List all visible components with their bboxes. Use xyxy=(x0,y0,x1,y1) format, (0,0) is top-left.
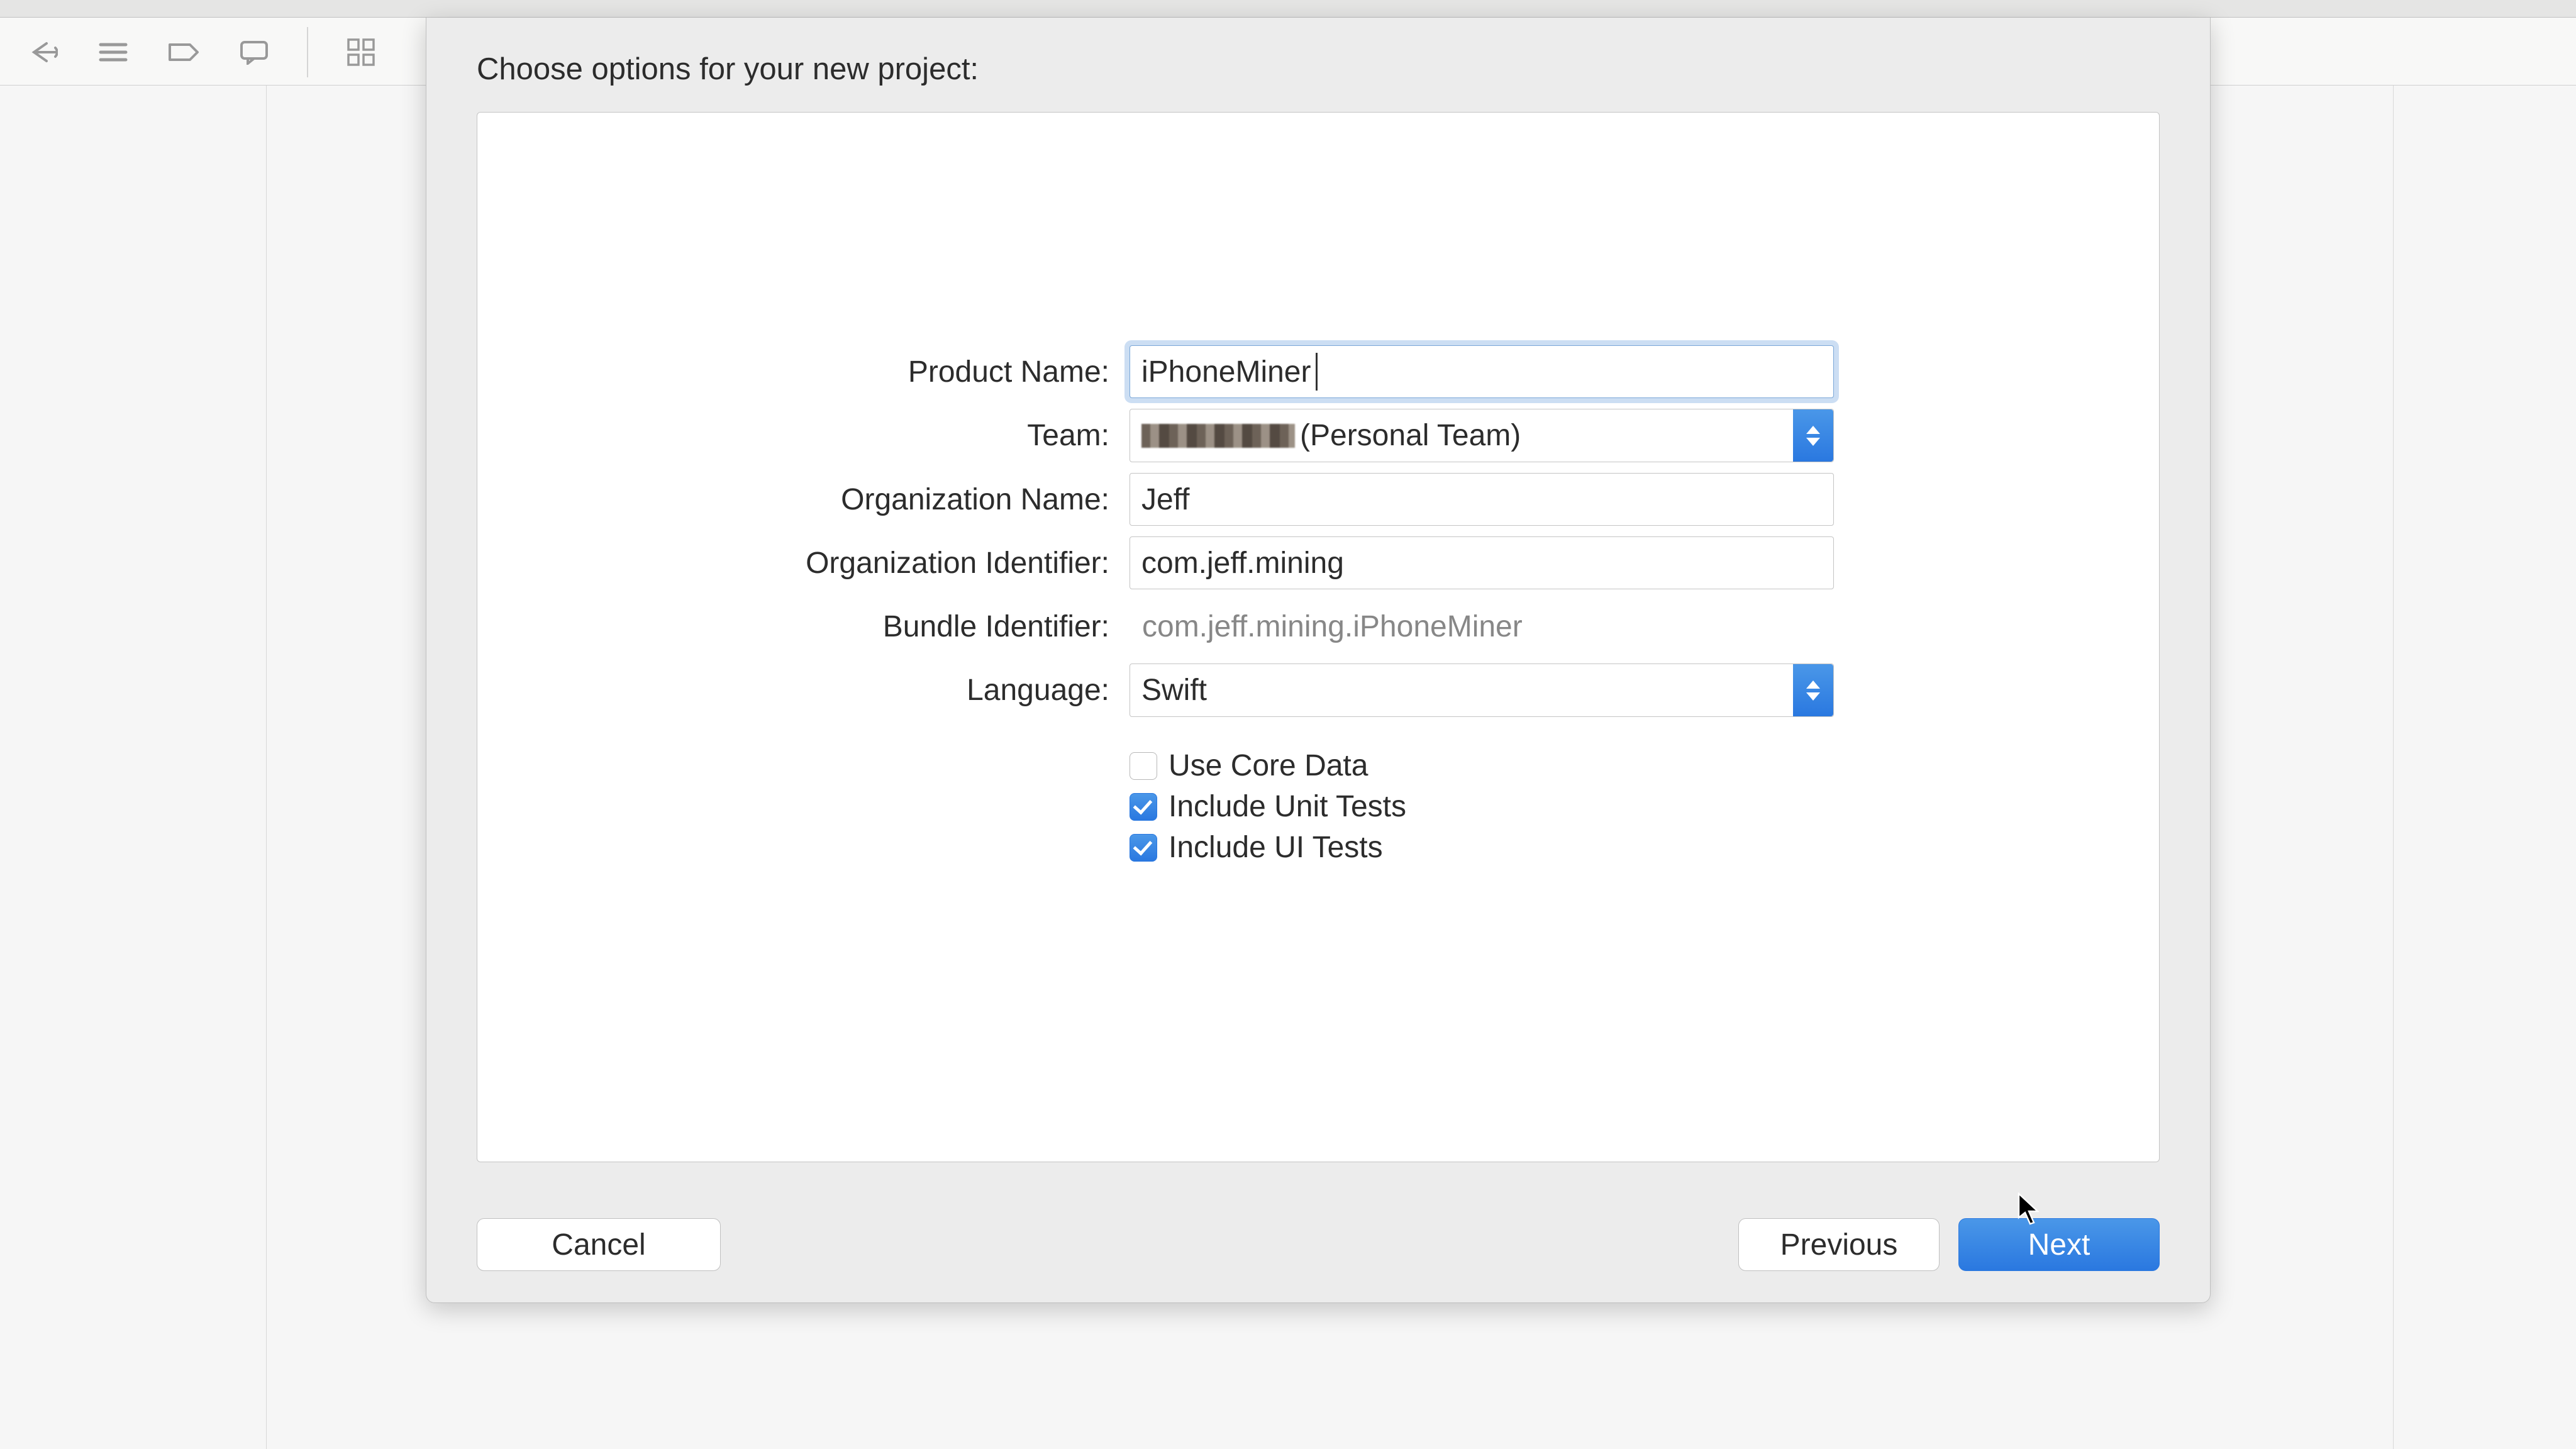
core-data-checkbox-row: Use Core Data xyxy=(1130,748,1834,783)
updown-arrows-icon xyxy=(1793,409,1833,462)
team-select[interactable]: (Personal Team) xyxy=(1130,409,1834,462)
window-titlebar xyxy=(0,0,2576,18)
next-button[interactable]: Next xyxy=(1958,1218,2160,1271)
use-core-data-checkbox[interactable] xyxy=(1130,752,1157,780)
organization-name-label: Organization Name: xyxy=(802,482,1130,517)
grid-icon[interactable] xyxy=(343,38,379,66)
language-label: Language: xyxy=(802,673,1130,708)
include-unit-tests-checkbox[interactable] xyxy=(1130,793,1157,821)
include-unit-tests-label: Include Unit Tests xyxy=(1169,789,1406,824)
back-arrow-icon[interactable] xyxy=(25,38,60,66)
team-value-suffix: (Personal Team) xyxy=(1300,418,1521,453)
tag-icon[interactable] xyxy=(166,38,201,66)
product-name-input[interactable] xyxy=(1130,345,1834,398)
bundle-identifier-label: Bundle Identifier: xyxy=(802,609,1130,644)
toolbar-divider xyxy=(307,27,308,77)
ui-tests-checkbox-row: Include UI Tests xyxy=(1130,830,1834,865)
language-select[interactable]: Swift xyxy=(1130,663,1834,717)
previous-button[interactable]: Previous xyxy=(1738,1218,1940,1271)
language-value: Swift xyxy=(1141,673,1207,708)
navigator-divider[interactable] xyxy=(266,86,267,1449)
include-ui-tests-checkbox[interactable] xyxy=(1130,834,1157,862)
updown-arrows-icon xyxy=(1793,664,1833,716)
text-caret xyxy=(1316,353,1318,391)
comment-icon[interactable] xyxy=(236,38,272,66)
organization-identifier-input[interactable] xyxy=(1130,536,1834,589)
sheet-title: Choose options for your new project: xyxy=(426,18,2210,112)
list-icon[interactable] xyxy=(96,38,131,66)
sheet-form-panel: Product Name: Team: (Personal Team) xyxy=(477,112,2160,1162)
use-core-data-label: Use Core Data xyxy=(1169,748,1368,783)
bundle-identifier-value: com.jeff.mining.iPhoneMiner xyxy=(1130,600,1834,653)
unit-tests-checkbox-row: Include Unit Tests xyxy=(1130,789,1834,824)
organization-name-input[interactable] xyxy=(1130,473,1834,526)
include-ui-tests-label: Include UI Tests xyxy=(1169,830,1383,865)
product-name-label: Product Name: xyxy=(802,355,1130,389)
team-label: Team: xyxy=(802,418,1130,453)
team-redacted-name xyxy=(1141,424,1295,448)
cancel-button[interactable]: Cancel xyxy=(477,1218,721,1271)
organization-identifier-label: Organization Identifier: xyxy=(802,546,1130,580)
inspector-divider[interactable] xyxy=(2393,86,2394,1449)
new-project-options-sheet: Choose options for your new project: Pro… xyxy=(426,18,2211,1303)
